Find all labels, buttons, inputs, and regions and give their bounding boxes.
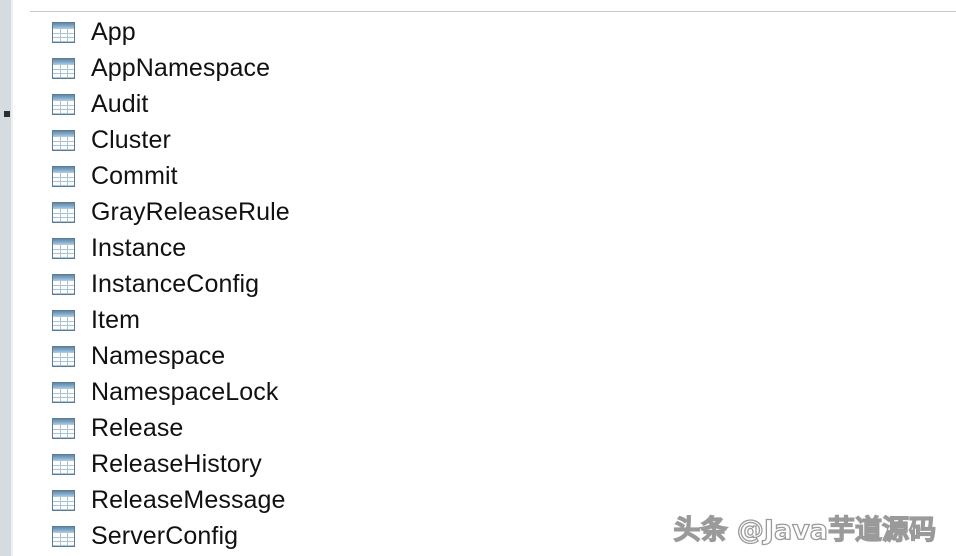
table-list-item[interactable]: GrayReleaseRule	[0, 194, 956, 230]
app-root: App AppNamespace Audit Cluster Commit GrayRel…	[0, 0, 956, 556]
table-list-item[interactable]: ReleaseMessage	[0, 482, 956, 518]
table-list-item-label: ReleaseHistory	[91, 450, 262, 478]
table-list-item[interactable]: Release	[0, 410, 956, 446]
table-list-item-label: Namespace	[91, 342, 226, 370]
database-table-icon	[52, 273, 75, 295]
database-table-icon	[52, 345, 75, 367]
table-list-item-label: App	[91, 18, 136, 46]
table-list-item-label: Commit	[91, 162, 178, 190]
table-list-item[interactable]: Commit	[0, 158, 956, 194]
database-table-icon	[52, 489, 75, 511]
database-table-icon	[52, 525, 75, 547]
table-list-item[interactable]: ServerConfig	[0, 518, 956, 554]
table-list-item[interactable]: ReleaseHistory	[0, 446, 956, 482]
table-list-item-label: NamespaceLock	[91, 378, 279, 406]
table-list-item[interactable]: InstanceConfig	[0, 266, 956, 302]
table-list-item[interactable]: Cluster	[0, 122, 956, 158]
top-divider	[30, 11, 956, 12]
table-list-item-label: Cluster	[91, 126, 171, 154]
table-list-item-label: Item	[91, 306, 141, 334]
table-list: App AppNamespace Audit Cluster Commit GrayRel…	[0, 14, 956, 556]
table-list-item-label: AppNamespace	[91, 54, 271, 82]
table-list-item-label: GrayReleaseRule	[91, 198, 290, 226]
database-table-icon	[52, 453, 75, 475]
table-list-item-label: ServerConfig	[91, 522, 239, 550]
table-list-item-label: Release	[91, 414, 184, 442]
database-table-icon	[52, 21, 75, 43]
database-table-icon	[52, 237, 75, 259]
database-table-icon	[52, 57, 75, 79]
table-list-item[interactable]: Audit	[0, 86, 956, 122]
database-table-icon	[52, 309, 75, 331]
table-list-item-label: Audit	[91, 90, 149, 118]
database-table-icon	[52, 165, 75, 187]
database-table-icon	[52, 129, 75, 151]
table-list-item-label: Instance	[91, 234, 187, 262]
table-list-item-label: InstanceConfig	[91, 270, 260, 298]
database-table-icon	[52, 381, 75, 403]
database-table-icon	[52, 201, 75, 223]
table-list-item[interactable]: AppNamespace	[0, 50, 956, 86]
table-list-item[interactable]: Instance	[0, 230, 956, 266]
table-list-item[interactable]: Namespace	[0, 338, 956, 374]
database-table-icon	[52, 93, 75, 115]
table-list-item[interactable]: NamespaceLock	[0, 374, 956, 410]
table-list-item-label: ReleaseMessage	[91, 486, 286, 514]
table-list-item[interactable]: Item	[0, 302, 956, 338]
database-table-icon	[52, 417, 75, 439]
table-list-item[interactable]: App	[0, 14, 956, 50]
